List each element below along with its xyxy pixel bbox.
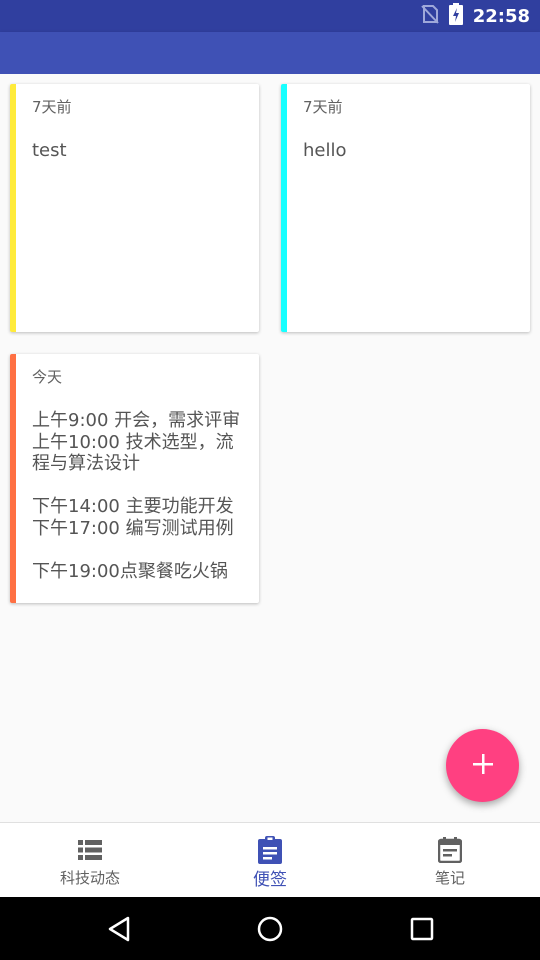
home-icon[interactable] [250, 909, 290, 949]
add-icon [472, 753, 494, 779]
note-date: 7天前 [303, 98, 343, 116]
nav-item-notebook[interactable]: 笔记 [360, 823, 540, 898]
nav-item-sticky-notes[interactable]: 便签 [180, 823, 360, 898]
note-color-stripe [10, 354, 16, 603]
nav-label: 笔记 [434, 869, 465, 887]
note-body: test [32, 140, 67, 161]
note-card[interactable]: 7天前 test [10, 84, 259, 332]
clipboard-icon [258, 836, 282, 864]
calendar-note-icon [438, 837, 462, 863]
app-bar [0, 32, 540, 74]
notes-grid: 7天前 test 7天前 hello 今天 上午9:00 开会，需求评审 上午1… [0, 74, 540, 822]
note-body: hello [303, 140, 347, 161]
add-note-button[interactable] [446, 729, 519, 802]
note-card[interactable]: 今天 上午9:00 开会，需求评审 上午10:00 技术选型，流程与算法设计 下… [10, 354, 259, 603]
recents-icon[interactable] [402, 909, 442, 949]
nav-label: 便签 [253, 870, 287, 890]
note-color-stripe [10, 84, 16, 332]
no-sim-icon [420, 4, 439, 28]
note-card[interactable]: 7天前 hello [281, 84, 530, 332]
status-bar: 22:58 [0, 0, 540, 32]
bottom-navigation: 科技动态 便签 笔记 [0, 822, 540, 898]
status-time: 22:58 [472, 5, 530, 27]
note-body: 上午9:00 开会，需求评审 上午10:00 技术选型，流程与算法设计 下午14… [32, 410, 241, 582]
back-icon[interactable] [99, 909, 139, 949]
note-color-stripe [281, 84, 287, 332]
system-navigation-bar [0, 897, 540, 960]
note-date: 今天 [32, 368, 63, 386]
nav-item-tech-news[interactable]: 科技动态 [0, 823, 180, 898]
note-date: 7天前 [32, 98, 72, 116]
battery-charging-icon [448, 3, 463, 29]
nav-label: 科技动态 [59, 869, 120, 887]
list-icon [78, 837, 102, 863]
